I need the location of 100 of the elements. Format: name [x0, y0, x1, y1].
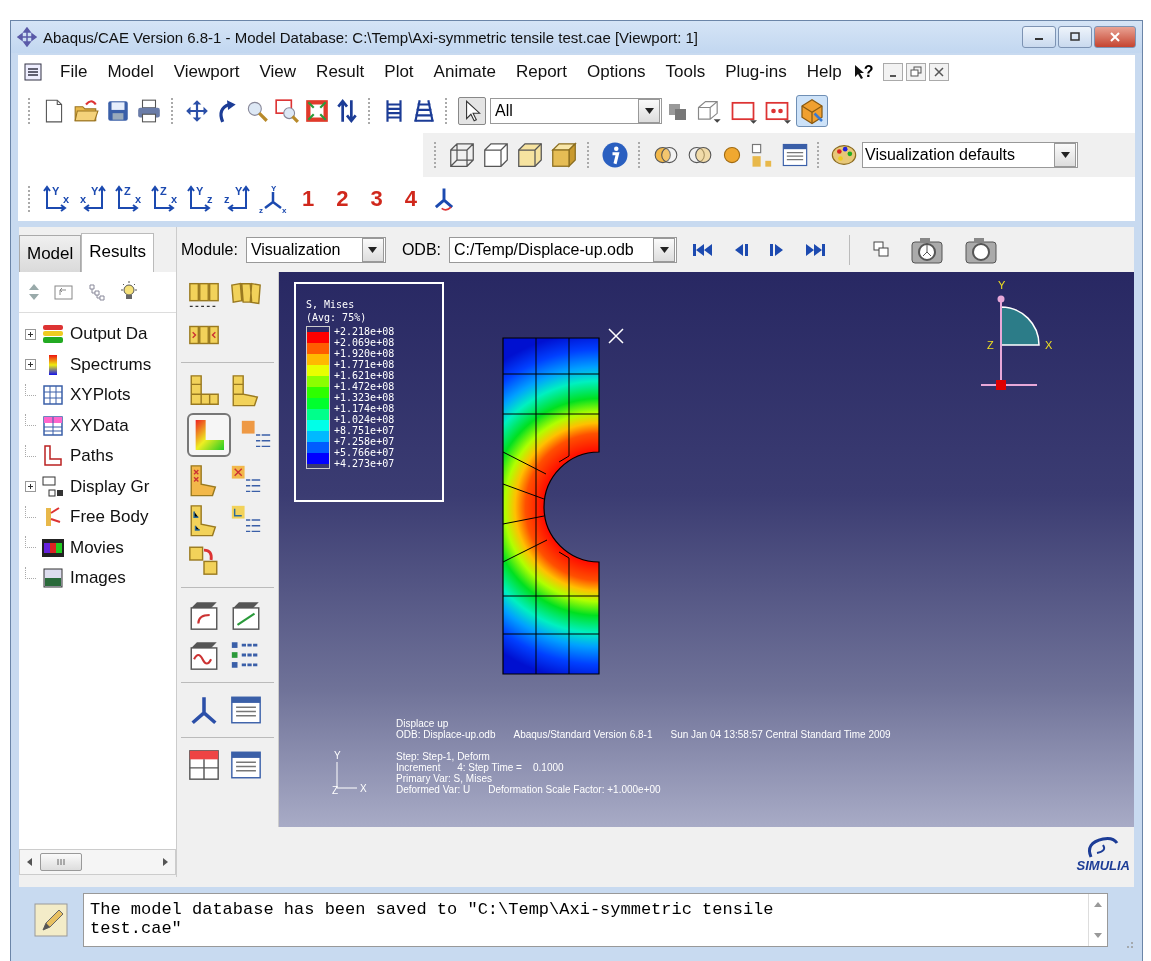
scroll-up-icon[interactable]	[1093, 900, 1103, 908]
panel-tab[interactable]: Results	[81, 233, 154, 272]
tree-item[interactable]: Free Body	[70, 507, 149, 528]
wireframe-cube-icon[interactable]	[447, 140, 477, 170]
panel-tab[interactable]: Model	[19, 235, 82, 272]
message-line: The model database has been saved to "C:\Temp\Axi-symmetric tensile	[90, 900, 775, 919]
scroll-down-icon[interactable]	[1093, 932, 1103, 940]
hidden-line-cube-icon[interactable]	[481, 140, 511, 170]
tree-item[interactable]: XYPlots	[70, 385, 131, 406]
primary-variable: Primary Var: S, Mises	[396, 773, 492, 784]
tree-item[interactable]: Paths	[70, 446, 114, 467]
restore-button[interactable]	[906, 63, 927, 81]
table-window-icon[interactable]	[781, 141, 809, 169]
scroll-thumb-grip-icon[interactable]	[56, 858, 66, 866]
menu-item[interactable]: Plot	[374, 62, 424, 82]
rail-track-icon[interactable]	[411, 98, 437, 124]
viewport-number-button[interactable]: 3	[361, 186, 392, 212]
minimize-button[interactable]	[1022, 26, 1056, 48]
view-triad-drawing: Y Z X	[979, 277, 1069, 397]
menu-item[interactable]: Animate	[423, 62, 506, 82]
document-icon[interactable]	[24, 63, 42, 81]
menu-item[interactable]: View	[249, 62, 307, 82]
restore-icon	[910, 66, 923, 78]
expand-icon[interactable]	[25, 481, 36, 493]
tree-item[interactable]: XYData	[70, 415, 129, 436]
run-date: Sun Jan 04 13:58:57 Central Standard Time 2009	[670, 729, 891, 740]
close-button[interactable]	[1094, 26, 1136, 48]
grid-chart-icon	[41, 383, 65, 408]
module-dropdown[interactable]: Visualization	[245, 236, 386, 263]
isometric-cube-icon[interactable]	[796, 95, 828, 127]
tree-item[interactable]: Display Gr	[70, 476, 150, 497]
odb-file: ODB: Displace-up.odb	[396, 729, 496, 740]
maximize-icon	[1068, 32, 1082, 42]
scroll-right-icon[interactable]	[161, 857, 169, 867]
maximize-button[interactable]	[1058, 26, 1092, 48]
legend-value: +7.258e+07	[334, 436, 395, 447]
minimize-icon	[890, 75, 897, 77]
move-arrows-icon[interactable]	[184, 98, 210, 124]
visualization-style-dropdown[interactable]: Visualization defaults	[862, 142, 1078, 168]
module-label: Module:	[181, 240, 238, 259]
tree-item[interactable]: Output Da	[70, 324, 148, 345]
legend-value: +1.771e+08	[334, 359, 395, 370]
viewport-number-button[interactable]: 1	[293, 186, 324, 212]
axis-triad-drawing: Y Z X	[329, 750, 369, 798]
message-log[interactable]: The model database has been saved to "C:\Temp\Axi-symmetric tensile test.cae"	[83, 893, 1108, 947]
menu-item[interactable]: Report	[505, 62, 577, 82]
cross-marker-icon	[607, 327, 625, 345]
printer-icon[interactable]	[135, 98, 163, 124]
viewport-number-button[interactable]: 2	[327, 186, 358, 212]
xy-table-icon[interactable]	[187, 748, 221, 782]
scroll-left-icon[interactable]	[26, 857, 34, 867]
tree-item[interactable]: Images	[70, 568, 126, 589]
scale-factor: Deformation Scale Factor: +1.000e+00	[488, 784, 661, 795]
contour-plot-icon[interactable]	[187, 413, 231, 457]
step-info: Step: Step-1, Deform	[396, 751, 491, 762]
viewport[interactable]	[279, 272, 1134, 827]
close-button[interactable]	[929, 63, 950, 81]
legend-value: +8.751e+07	[334, 425, 395, 436]
pointer-icon[interactable]	[458, 97, 486, 125]
legend-value: +1.174e+08	[334, 403, 395, 414]
context-help-button[interactable]: ?	[853, 63, 874, 81]
menu-item[interactable]: Plug-ins	[715, 62, 797, 82]
expand-icon[interactable]	[25, 328, 36, 340]
legend-value: +1.024e+08	[334, 414, 395, 425]
dropdown-arrow-icon[interactable]	[644, 108, 654, 114]
box-zoom-icon[interactable]	[274, 98, 300, 124]
legend-value: +4.273e+07	[334, 458, 395, 469]
increment-info: Increment 4: Step Time = 0.1000	[396, 762, 565, 773]
expand-icon[interactable]	[25, 359, 36, 371]
legend-value: +1.472e+08	[334, 381, 395, 392]
menu-item[interactable]: File	[50, 62, 98, 82]
horizontal-scrollbar[interactable]	[19, 849, 176, 875]
image-frame-icon	[41, 566, 65, 591]
menu-item[interactable]: Result	[306, 62, 375, 82]
menu-item[interactable]: Help	[796, 62, 852, 82]
tree-item[interactable]: Spectrums	[70, 354, 152, 375]
previous-frame-button[interactable]	[733, 241, 750, 258]
minimize-button[interactable]	[883, 63, 904, 81]
first-frame-button[interactable]	[691, 241, 714, 258]
viewport-number-button[interactable]: 4	[395, 186, 426, 212]
stacked-windows-icon[interactable]	[872, 239, 891, 260]
fit-view-icon[interactable]	[304, 98, 330, 124]
menu-item[interactable]: Options	[577, 62, 656, 82]
menu-item[interactable]: Model	[97, 62, 164, 82]
info-icon[interactable]	[600, 140, 630, 170]
pencil-icon[interactable]	[33, 902, 69, 938]
last-frame-button[interactable]	[805, 241, 828, 258]
filled-cube-icon[interactable]	[515, 140, 545, 170]
dropdown-arrow-icon[interactable]	[1060, 152, 1070, 158]
menu-item[interactable]: Viewport	[163, 62, 250, 82]
menu-item[interactable]: Tools	[655, 62, 716, 82]
legend-value: +1.920e+08	[334, 348, 395, 359]
odb-dropdown[interactable]: C:/Temp/Displace-up.odb	[449, 236, 678, 263]
selection-filter-dropdown[interactable]: All	[490, 98, 662, 124]
dropdown-arrow-icon[interactable]	[368, 246, 378, 253]
tree-item[interactable]: Movies	[70, 537, 124, 558]
shaded-cube-icon[interactable]	[549, 140, 579, 170]
save-icon[interactable]	[105, 98, 131, 124]
odb-label: ODB:	[401, 240, 442, 259]
dropdown-arrow-icon[interactable]	[659, 246, 669, 253]
